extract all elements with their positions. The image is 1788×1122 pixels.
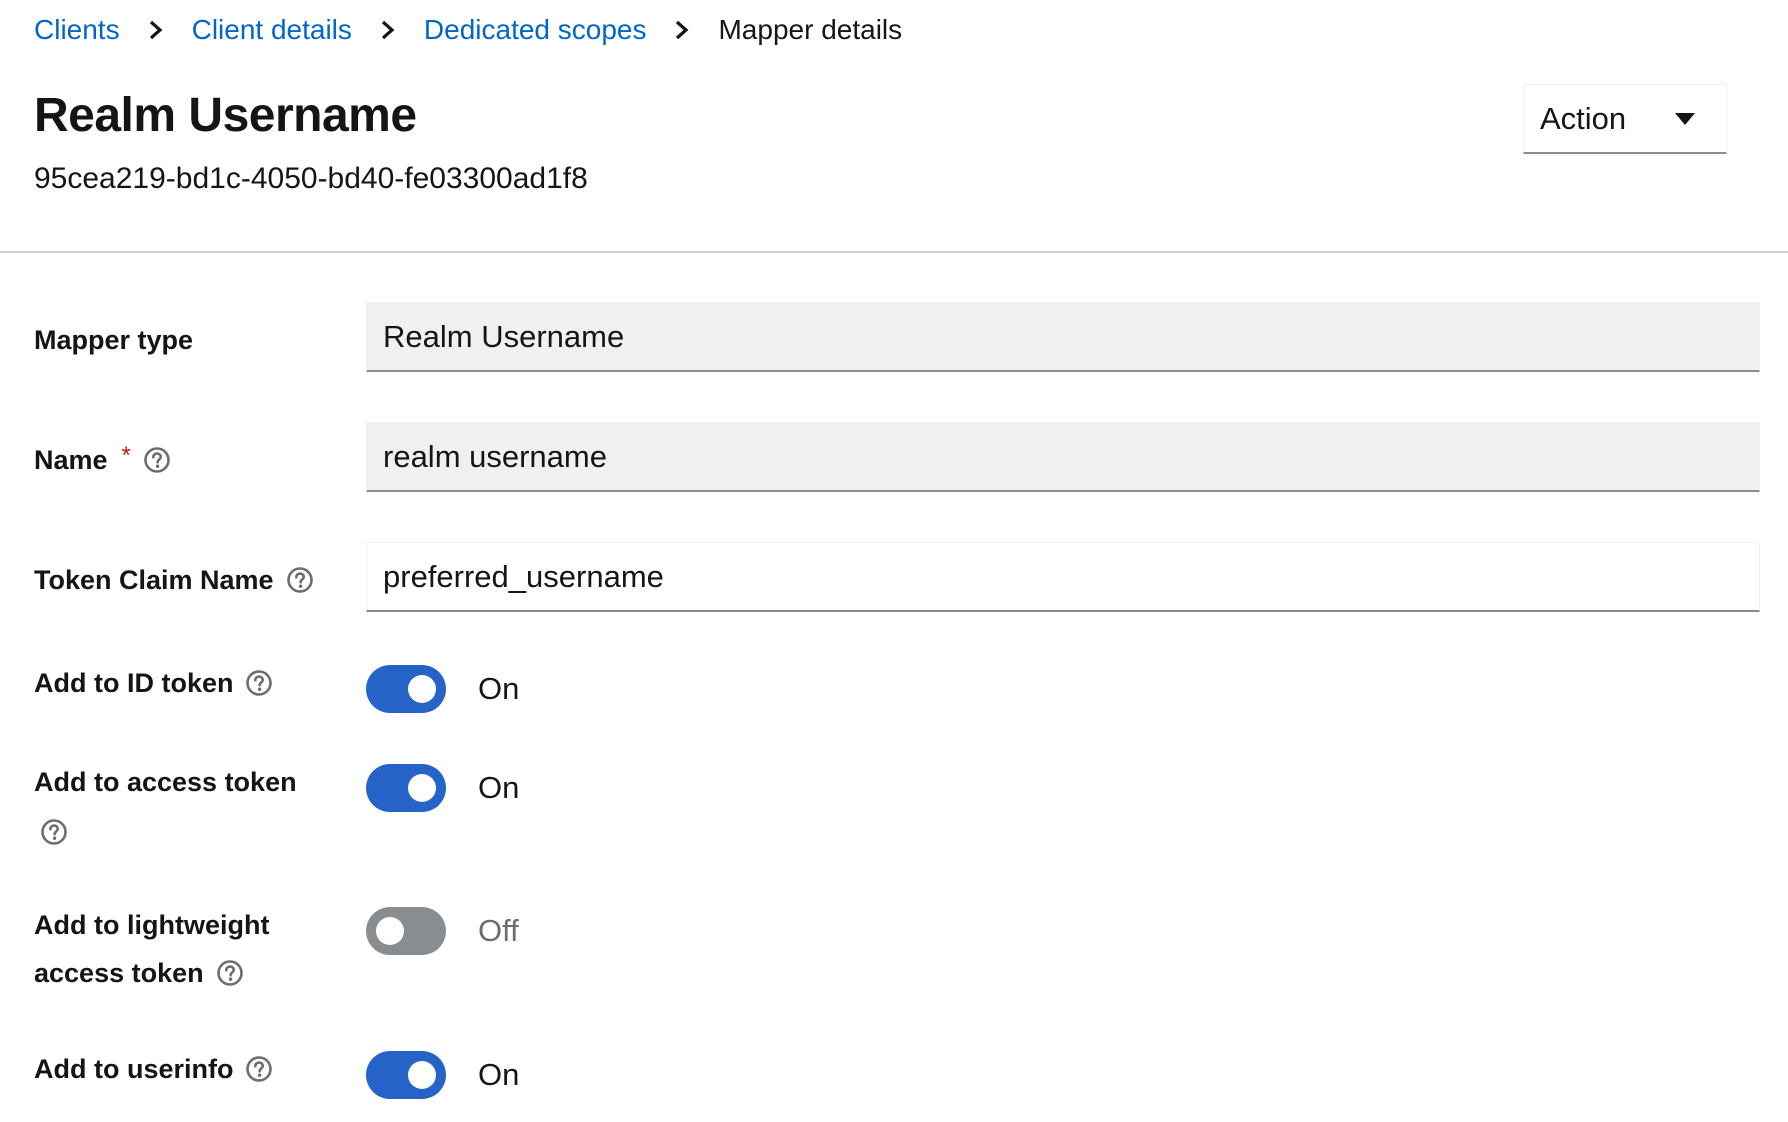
help-icon[interactable]: [40, 818, 68, 846]
switch-knob: [408, 1061, 436, 1089]
add-to-lightweight-access-token-label-2: access token: [34, 949, 244, 997]
add-to-access-token-help: [30, 808, 68, 856]
token-claim-name-input[interactable]: preferred_username: [366, 542, 1760, 612]
chevron-right-icon: [148, 20, 164, 40]
help-icon[interactable]: [216, 959, 244, 987]
name-label-text: Name: [34, 445, 108, 475]
add-to-access-token-state: On: [478, 770, 520, 805]
breadcrumb-clients-link[interactable]: Clients: [34, 14, 120, 46]
token-claim-name-label-text: Token Claim Name: [34, 565, 274, 595]
add-to-id-token-switch[interactable]: [366, 665, 446, 713]
add-to-id-token-label: Add to ID token: [34, 659, 273, 707]
mapper-type-label-text: Mapper type: [34, 325, 194, 355]
add-to-id-token-state: On: [478, 671, 520, 706]
caret-down-icon: [1675, 112, 1695, 125]
mapper-type-label: Mapper type: [34, 316, 193, 364]
mapper-details-page: Clients Client details Dedicated scopes …: [0, 0, 1788, 1122]
breadcrumb-current: Mapper details: [718, 14, 903, 45]
name-label: Name *: [34, 436, 171, 486]
mapper-id: 95cea219-bd1c-4050-bd40-fe03300ad1f8: [34, 162, 588, 195]
add-to-userinfo-state: On: [478, 1057, 520, 1092]
breadcrumb: Clients Client details Dedicated scopes …: [34, 10, 902, 50]
help-icon[interactable]: [286, 566, 314, 594]
add-to-lightweight-access-token-switch[interactable]: [366, 907, 446, 955]
help-icon[interactable]: [245, 1055, 273, 1083]
add-to-userinfo-label-text: Add to userinfo: [34, 1054, 234, 1084]
add-to-access-token-label: Add to access token: [34, 758, 297, 806]
breadcrumb-dedicated-scopes-link[interactable]: Dedicated scopes: [424, 14, 647, 46]
help-icon[interactable]: [143, 446, 171, 474]
required-indicator: *: [121, 442, 131, 469]
add-to-access-token-switch[interactable]: [366, 764, 446, 812]
action-dropdown-label: Action: [1540, 100, 1627, 136]
switch-knob: [408, 774, 436, 802]
help-icon[interactable]: [245, 669, 273, 697]
header-divider: [0, 251, 1788, 253]
add-to-userinfo-label: Add to userinfo: [34, 1045, 273, 1093]
add-to-userinfo-switch[interactable]: [366, 1051, 446, 1099]
add-to-lightweight-access-token-label: Add to lightweight: [34, 901, 269, 949]
page-title: Realm Username: [34, 89, 417, 142]
breadcrumb-client-details-link[interactable]: Client details: [192, 14, 352, 46]
name-field: realm username: [366, 422, 1760, 492]
add-to-lightweight-label-line1: Add to lightweight: [34, 910, 270, 940]
add-to-id-token-label-text: Add to ID token: [34, 668, 234, 698]
action-dropdown-button[interactable]: Action: [1523, 84, 1727, 154]
add-to-access-token-label-text: Add to access token: [34, 767, 297, 797]
chevron-right-icon: [674, 20, 690, 40]
switch-knob: [408, 675, 436, 703]
chevron-right-icon: [380, 20, 396, 40]
add-to-lightweight-access-token-state: Off: [478, 913, 519, 948]
token-claim-name-label: Token Claim Name: [34, 556, 314, 604]
mapper-type-field: Realm Username: [366, 302, 1760, 372]
add-to-lightweight-label-line2: access token: [34, 958, 204, 988]
switch-knob: [376, 917, 404, 945]
